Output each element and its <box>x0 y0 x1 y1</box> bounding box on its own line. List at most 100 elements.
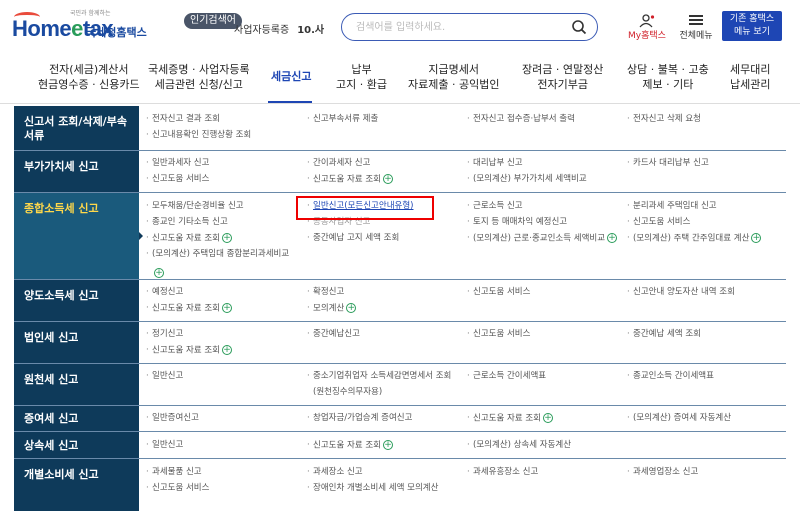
menu-link[interactable]: 일반증여신고 <box>145 413 199 424</box>
gnb-consult[interactable]: 상담 · 불복 · 고충 제보 · 기타 <box>627 62 709 92</box>
menu-link[interactable]: 창업자금/가업승계 증여신고 <box>306 413 412 424</box>
row-head[interactable]: 원천세 신고 <box>14 364 139 405</box>
row-body: 과세물품 신고 과세장소 신고 과세유흥장소 신고 과세영업장소 신고 신고도움… <box>139 459 786 511</box>
menu-link[interactable]: 근로소득 신고 <box>466 201 523 212</box>
row-head[interactable]: 부가가치세 신고 <box>14 151 139 192</box>
menu-link[interactable]: 분리과세 주택임대 신고 <box>626 201 717 212</box>
plus-icon[interactable]: + <box>751 233 762 243</box>
plus-icon[interactable]: + <box>382 174 393 184</box>
plus-icon[interactable]: + <box>542 413 553 423</box>
menu-link-general-report[interactable]: 일반신고(모든신고안내유형) <box>306 201 413 212</box>
menu-link[interactable]: 신고도움 서비스 <box>145 174 209 185</box>
all-menu-button[interactable]: 전체메뉴 <box>676 12 716 42</box>
menu-link[interactable]: 중간예납 고지 세액 조회 <box>306 233 399 244</box>
menu-link[interactable]: (모의계산) 상속세 자동계산 <box>466 440 571 451</box>
menu-link[interactable]: 신고도움 서비스 <box>466 287 530 298</box>
menu-link[interactable]: 전자신고 접수증·납부서 출력 <box>466 114 575 125</box>
popular-search-rank[interactable]: 사업자등록증 10.사 <box>234 21 338 36</box>
menu-link-expandable[interactable]: 신고도움 자료 조회+ <box>466 413 553 425</box>
menu-link[interactable]: 대리납부 신고 <box>466 158 523 169</box>
menu-link[interactable]: 신고도움 서비스 <box>466 329 530 340</box>
row-excise-tax: 개별소비세 신고 과세물품 신고 과세장소 신고 과세유흥장소 신고 과세영업장… <box>14 459 786 511</box>
plus-icon[interactable]: + <box>221 345 232 355</box>
menu-link-expandable[interactable]: 신고도움 자료 조회+ <box>145 345 232 357</box>
row-head[interactable]: 증여세 신고 <box>14 406 139 431</box>
menu-link-expandable[interactable]: 모의계산+ <box>306 303 357 315</box>
plus-icon[interactable]: + <box>221 233 232 243</box>
menu-link[interactable]: 일반신고 <box>145 440 183 451</box>
menu-link[interactable]: 일반신고 <box>145 371 183 382</box>
menu-link[interactable]: 모두채움/단순경비율 신고 <box>145 201 244 212</box>
row-head[interactable]: 법인세 신고 <box>14 322 139 363</box>
search-icon[interactable] <box>571 19 587 35</box>
menu-link[interactable]: 과세영업장소 신고 <box>626 467 698 478</box>
row-inheritance-tax: 상속세 신고 일반신고 신고도움 자료 조회+ (모의계산) 상속세 자동계산 <box>14 432 786 459</box>
search-input[interactable] <box>356 19 561 35</box>
gnb-payment[interactable]: 납부 고지 · 환급 <box>336 62 387 92</box>
menu-link[interactable]: 중간예납 세액 조회 <box>626 329 701 340</box>
menu-link[interactable]: 예정신고 <box>145 287 183 298</box>
menu-link[interactable]: 중소기업취업자 소득세감면명세서 조회 <box>306 371 451 382</box>
plus-icon[interactable]: + <box>154 267 164 278</box>
menu-link[interactable]: 중간예납신고 <box>306 329 360 340</box>
menu-link[interactable]: 종교인 기타소득 신고 <box>145 217 228 228</box>
menu-link[interactable]: 토지 등 매매차익 예정신고 <box>466 217 567 228</box>
menu-link[interactable]: 간이과세자 신고 <box>306 158 370 169</box>
row-head[interactable]: 상속세 신고 <box>14 432 139 458</box>
gnb-e-invoice[interactable]: 전자(세금)계산서 현금영수증 · 신용카드 <box>38 62 140 92</box>
menu-link[interactable]: (모의계산) 증여세 자동계산 <box>626 413 731 424</box>
menu-link[interactable]: 과세장소 신고 <box>306 467 363 478</box>
menu-link[interactable]: 카드사 대리납부 신고 <box>626 158 709 169</box>
mytax-button[interactable]: My홈택스 <box>626 12 668 42</box>
menu-link[interactable]: 일반과세자 신고 <box>145 158 209 169</box>
menu-link[interactable]: 공동사업자 신고 <box>306 217 370 228</box>
menu-link[interactable]: 장애인차 개별소비세 세액 모의계산 <box>306 483 438 494</box>
gnb-tax-report[interactable]: 세금신고 <box>271 69 311 84</box>
menu-link[interactable]: 근로소득 간이세액표 <box>466 371 546 382</box>
row-head-active[interactable]: 종합소득세 신고 <box>14 193 139 279</box>
menu-link-expandable[interactable]: (모의계산) 주택임대 종합분리과세비교 <box>145 249 289 260</box>
menu-link[interactable]: 전자신고 삭제 요청 <box>626 114 701 125</box>
gnb-payment-statement[interactable]: 지급명세서 자료제출 · 공익법인 <box>408 62 499 92</box>
gnb-certificate[interactable]: 국세증명 · 사업자등록 세금관련 신청/신고 <box>148 62 250 92</box>
plus-icon[interactable]: + <box>346 303 357 313</box>
classic-menu-button[interactable]: 기존 홈택스 메뉴 보기 <box>722 11 782 41</box>
menu-link[interactable]: (모의계산) 부가가치세 세액비교 <box>466 174 587 185</box>
menu-link[interactable]: 과세유흥장소 신고 <box>466 467 538 478</box>
plus-icon[interactable]: + <box>607 233 618 243</box>
row-body: 일반증여신고 창업자금/가업승계 증여신고 신고도움 자료 조회+ (모의계산)… <box>139 406 786 431</box>
menu-link[interactable]: 신고도움 서비스 <box>626 217 690 228</box>
gnb-incentive[interactable]: 장려금 · 연말정산 전자기부금 <box>522 62 603 92</box>
menu-link[interactable]: 전자신고 결과 조회 <box>145 114 220 125</box>
gnb-tax-agent[interactable]: 세무대리 납세관리 <box>730 62 770 92</box>
row-body: 예정신고 확정신고 신고도움 서비스 신고안내 양도자산 내역 조회 신고도움 … <box>139 280 786 321</box>
menu-link-expandable[interactable]: 신고도움 자료 조회+ <box>306 174 393 186</box>
row-body: 일반신고 중소기업취업자 소득세감면명세서 조회 (원천징수의무자용) 근로소득… <box>139 364 786 405</box>
menu-link[interactable]: 확정신고 <box>306 287 344 298</box>
menu-link-expandable[interactable]: (모의계산) 주택 간주임대료 계산+ <box>626 233 762 245</box>
menu-link[interactable]: 정기신고 <box>145 329 183 340</box>
hometax-logo[interactable]: 국민과 함께하는 Homeetax 국세청홈택스 <box>12 8 162 44</box>
menu-link-expandable[interactable]: (모의계산) 근로·종교인소득 세액비교+ <box>466 233 618 245</box>
menu-link-expandable[interactable]: 신고도움 자료 조회+ <box>145 303 232 315</box>
menu-link-expandable[interactable]: 신고도움 자료 조회+ <box>306 440 393 452</box>
menu-link[interactable]: 종교인소득 간이세액표 <box>626 371 714 382</box>
row-body: 일반신고 신고도움 자료 조회+ (모의계산) 상속세 자동계산 <box>139 432 786 458</box>
menu-link[interactable]: 신고도움 서비스 <box>145 483 209 494</box>
row-head[interactable]: 개별소비세 신고 <box>14 459 139 511</box>
menu-link[interactable]: 신고부속서류 제출 <box>306 114 378 125</box>
tax-report-menu-table: 신고서 조회/삭제/부속서류 전자신고 결과 조회 신고부속서류 제출 전자신고… <box>14 106 786 515</box>
menu-link-sub[interactable]: (원천징수의무자용) <box>313 385 382 397</box>
row-corporate-tax: 법인세 신고 정기신고 중간예납신고 신고도움 서비스 중간예납 세액 조회 신… <box>14 322 786 364</box>
row-head[interactable]: 양도소득세 신고 <box>14 280 139 321</box>
menu-link[interactable]: 과세물품 신고 <box>145 467 202 478</box>
plus-icon[interactable]: + <box>221 303 232 313</box>
menu-link-expandable[interactable]: 신고도움 자료 조회+ <box>145 233 232 245</box>
hamburger-icon <box>689 15 703 25</box>
row-head[interactable]: 신고서 조회/삭제/부속서류 <box>14 106 139 150</box>
plus-icon[interactable]: + <box>382 440 393 450</box>
menu-link[interactable]: 신고안내 양도자산 내역 조회 <box>626 287 735 298</box>
menu-link[interactable]: 신고내용확인 진행상황 조회 <box>145 130 251 141</box>
header: 국민과 함께하는 Homeetax 국세청홈택스 인기검색어 사업자등록증 10.… <box>0 0 800 50</box>
logo-subtitle: 국세청홈택스 <box>86 26 147 39</box>
